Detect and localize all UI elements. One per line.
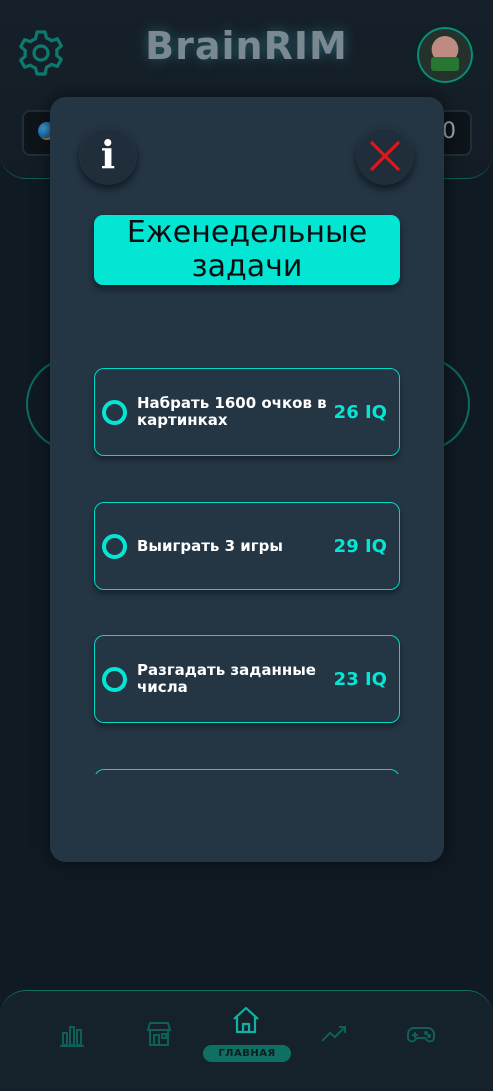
task-reward: 23 IQ xyxy=(333,668,387,690)
task-item[interactable]: Выиграть 3 игры 29 IQ xyxy=(94,502,400,590)
avatar[interactable] xyxy=(414,24,476,86)
modal-title: Еженедельные задачи xyxy=(94,215,400,285)
info-button[interactable]: i xyxy=(79,127,137,185)
stats-icon[interactable] xyxy=(52,1017,92,1051)
gamepad-icon[interactable] xyxy=(401,1017,441,1051)
nav-active-label: ГЛАВНАЯ xyxy=(203,1045,291,1062)
task-reward: 29 IQ xyxy=(333,535,387,557)
task-reward: 26 IQ xyxy=(333,401,387,423)
task-radio[interactable] xyxy=(102,400,127,425)
task-item[interactable]: Набрать 1600 очков в картинках 26 IQ xyxy=(94,368,400,456)
trend-icon[interactable] xyxy=(314,1017,354,1051)
task-label: Выиграть 3 игры xyxy=(137,536,283,555)
close-button[interactable] xyxy=(356,127,414,185)
task-item[interactable]: Разгадать заданные числа 23 IQ xyxy=(94,635,400,723)
stat-value: 0 xyxy=(442,119,456,144)
shop-icon[interactable] xyxy=(139,1017,179,1051)
scroll-fade xyxy=(50,774,444,862)
close-x-icon xyxy=(370,141,400,171)
task-radio[interactable] xyxy=(102,667,127,692)
bottom-navigation: ГЛАВНАЯ xyxy=(0,990,493,1091)
task-label: Разгадать заданные числа xyxy=(137,661,316,696)
weekly-tasks-modal: i Еженедельные задачи Набрать 1600 очков… xyxy=(50,97,444,862)
info-icon: i xyxy=(100,132,116,177)
task-label: Набрать 1600 очков в картинках xyxy=(137,394,327,429)
home-icon[interactable] xyxy=(226,1003,266,1037)
task-radio[interactable] xyxy=(102,534,127,559)
